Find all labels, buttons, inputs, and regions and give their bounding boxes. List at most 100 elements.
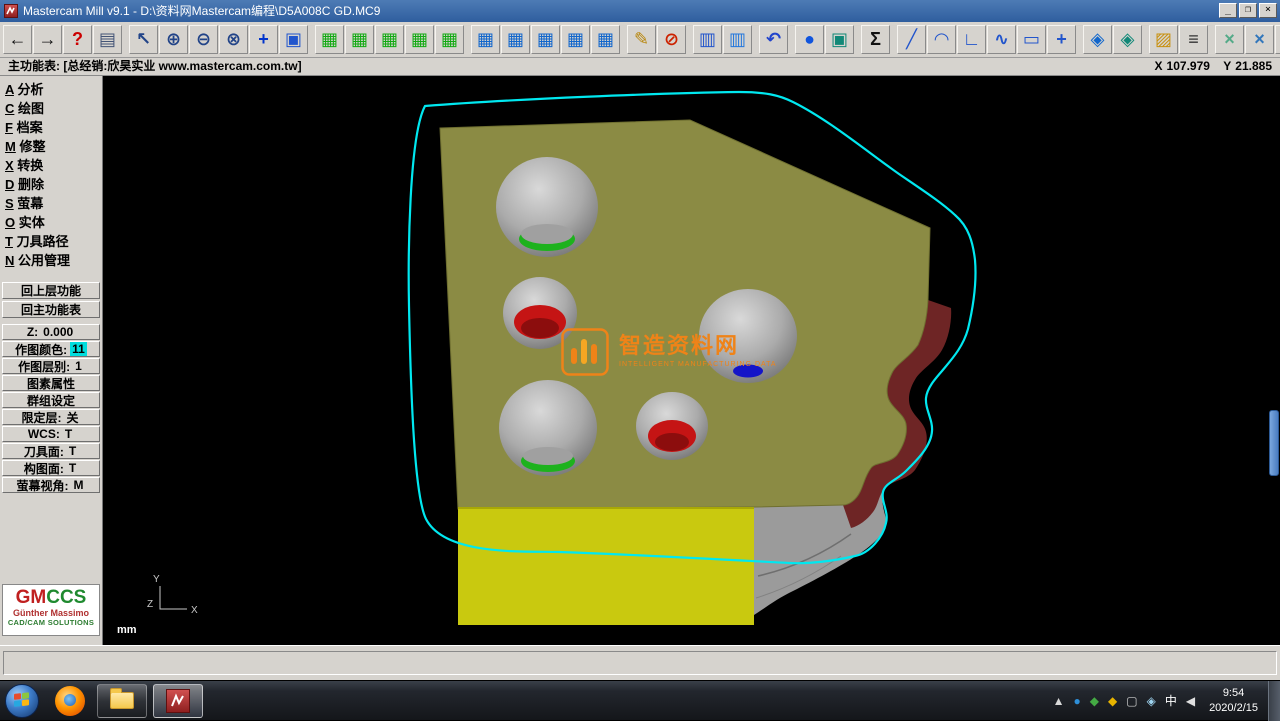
- zoom-in-icon[interactable]: ⊕: [159, 25, 188, 54]
- viewport-scrollbar-thumb[interactable]: [1269, 410, 1279, 476]
- explorer-button[interactable]: [97, 684, 147, 718]
- undelete-icon[interactable]: ✎: [627, 25, 656, 54]
- main-menu-button[interactable]: 回主功能表: [2, 301, 100, 318]
- network-icon[interactable]: ▢: [1126, 695, 1137, 707]
- wcs-button[interactable]: WCS:T: [2, 426, 100, 442]
- surface-display-icon[interactable]: ▣: [825, 25, 854, 54]
- minimize-button[interactable]: _: [1219, 3, 1237, 18]
- hole-green-bottom[interactable]: [499, 380, 597, 476]
- start-button[interactable]: [5, 684, 39, 718]
- pan-icon[interactable]: +: [249, 25, 278, 54]
- update-icon[interactable]: ◆: [1108, 695, 1117, 707]
- clock-time: 9:54: [1209, 686, 1258, 701]
- hole-red-bottom[interactable]: [636, 392, 708, 460]
- mastercam-taskbar-button[interactable]: [153, 684, 203, 718]
- draw-level-button[interactable]: 作图层别:1: [2, 358, 100, 374]
- cplane-top-icon[interactable]: ▦: [471, 25, 500, 54]
- screen-view-button[interactable]: 萤幕视角:M: [2, 477, 100, 493]
- sidebar-item-C[interactable]: C 绘图: [0, 99, 102, 118]
- hole-large-top[interactable]: [496, 157, 598, 257]
- level-limit-button[interactable]: 限定层:关: [2, 409, 100, 425]
- surface-x-icon[interactable]: ×: [1275, 25, 1280, 54]
- gview-top-icon[interactable]: ▦: [315, 25, 344, 54]
- close-button[interactable]: ×: [1259, 3, 1277, 18]
- cplane-named-icon[interactable]: ▦: [591, 25, 620, 54]
- statistics-icon[interactable]: Σ: [861, 25, 890, 54]
- gview-dynamic-icon[interactable]: ▦: [435, 25, 464, 54]
- titlebar: Mastercam Mill v9.1 - D:\资料网Mastercam编程\…: [0, 0, 1280, 22]
- logo-ccs: CCS: [46, 587, 86, 608]
- blank-window-icon[interactable]: ▥: [693, 25, 722, 54]
- axis-indicator: [160, 586, 187, 609]
- gview-side-icon[interactable]: ▦: [375, 25, 404, 54]
- firefox-button[interactable]: [55, 686, 85, 716]
- sidebar-item-T[interactable]: T 刀具路径: [0, 232, 102, 251]
- show-desktop-button[interactable]: [1268, 681, 1280, 721]
- sidebar-item-M[interactable]: M 修整: [0, 137, 102, 156]
- line-icon[interactable]: ╱: [897, 25, 926, 54]
- point-icon[interactable]: +: [1047, 25, 1076, 54]
- shading-icon[interactable]: ●: [795, 25, 824, 54]
- layers-icon[interactable]: ≡: [1179, 25, 1208, 54]
- solids-icon[interactable]: ◈: [1083, 25, 1112, 54]
- rectangle-icon[interactable]: ▭: [1017, 25, 1046, 54]
- surfaces-icon[interactable]: ◈: [1113, 25, 1142, 54]
- volume-icon[interactable]: ◀: [1186, 695, 1195, 707]
- watermark: 智造资料网 INTELLIGENT MANUFACTURING DATA: [561, 328, 777, 376]
- input-lang-icon[interactable]: 中: [1165, 695, 1177, 707]
- z-depth-button[interactable]: Z:0.000: [2, 324, 100, 340]
- draw-color-button[interactable]: 作图颜色:11: [2, 341, 100, 357]
- construction-plane-button[interactable]: 构图面:T: [2, 460, 100, 476]
- cplane-3d-icon[interactable]: ▦: [561, 25, 590, 54]
- zoom-window-icon[interactable]: ⊖: [189, 25, 218, 54]
- xform-icon[interactable]: ×: [1215, 25, 1244, 54]
- sidebar-item-D[interactable]: D 删除: [0, 175, 102, 194]
- gmccs-logo: GMCCS Günther Massimo CAD/CAM SOLUTIONS: [2, 584, 100, 636]
- cplane-front-icon[interactable]: ▦: [501, 25, 530, 54]
- curve-x-icon[interactable]: ×: [1245, 25, 1274, 54]
- tray: ▲ ● ◆ ◆ ▢ ◈ 中 ◀: [1053, 695, 1195, 707]
- sidebar-status: Z:0.000作图颜色:11作图层别:1图素属性群组设定限定层:关WCS:T刀具…: [0, 324, 102, 493]
- part-front-face[interactable]: [458, 507, 754, 625]
- delete-icon[interactable]: ⊘: [657, 25, 686, 54]
- gview-iso-icon[interactable]: ▦: [405, 25, 434, 54]
- taskbar-clock[interactable]: 9:54 2020/2/15: [1209, 686, 1258, 716]
- notes-icon[interactable]: ▤: [93, 25, 122, 54]
- group-settings-button[interactable]: 群组设定: [2, 392, 100, 408]
- undo-icon[interactable]: ↶: [759, 25, 788, 54]
- window-title: Mastercam Mill v9.1 - D:\资料网Mastercam编程\…: [23, 0, 380, 22]
- axis-z-label: Z: [147, 599, 153, 610]
- sidebar-item-S[interactable]: S 萤幕: [0, 194, 102, 213]
- firefox-icon: [64, 694, 76, 706]
- copy-window-icon[interactable]: ▥: [723, 25, 752, 54]
- file-icon[interactable]: ▨: [1149, 25, 1178, 54]
- sidebar-item-X[interactable]: X 转换: [0, 156, 102, 175]
- logo-gm: GM: [16, 587, 47, 608]
- zoom-auto-icon[interactable]: ⊗: [219, 25, 248, 54]
- forward-arrow-icon[interactable]: →: [33, 25, 62, 54]
- prompt-input[interactable]: [3, 651, 1277, 675]
- attributes-button[interactable]: 图素属性: [2, 375, 100, 391]
- spline-icon[interactable]: ∿: [987, 25, 1016, 54]
- watermark-title: 智造资料网: [619, 335, 777, 357]
- safety-shield-icon[interactable]: ◆: [1090, 695, 1099, 707]
- fit-screen-icon[interactable]: ▣: [279, 25, 308, 54]
- help-icon[interactable]: ?: [63, 25, 92, 54]
- back-menu-button[interactable]: 回上层功能: [2, 282, 100, 299]
- tray-expand-icon[interactable]: ▲: [1053, 695, 1065, 707]
- gview-front-icon[interactable]: ▦: [345, 25, 374, 54]
- sidebar-item-A[interactable]: A 分析: [0, 80, 102, 99]
- viewport-canvas[interactable]: Y Z X 智造资料网 INTELLIGENT MANUFACTURING DA…: [103, 76, 1280, 645]
- fillet-icon[interactable]: ∟: [957, 25, 986, 54]
- usb-icon[interactable]: ◈: [1147, 695, 1156, 707]
- tool-plane-button[interactable]: 刀具面:T: [2, 443, 100, 459]
- arc-icon[interactable]: ◠: [927, 25, 956, 54]
- cursor-inquiry-icon[interactable]: ↖: [129, 25, 158, 54]
- sidebar-item-O[interactable]: O 实体: [0, 213, 102, 232]
- sidebar-item-F[interactable]: F 档案: [0, 118, 102, 137]
- back-arrow-icon[interactable]: ←: [3, 25, 32, 54]
- cplane-side-icon[interactable]: ▦: [531, 25, 560, 54]
- maximize-button[interactable]: ❐: [1239, 3, 1257, 18]
- sidebar-item-N[interactable]: N 公用管理: [0, 251, 102, 270]
- app-blue-icon[interactable]: ●: [1074, 695, 1081, 707]
